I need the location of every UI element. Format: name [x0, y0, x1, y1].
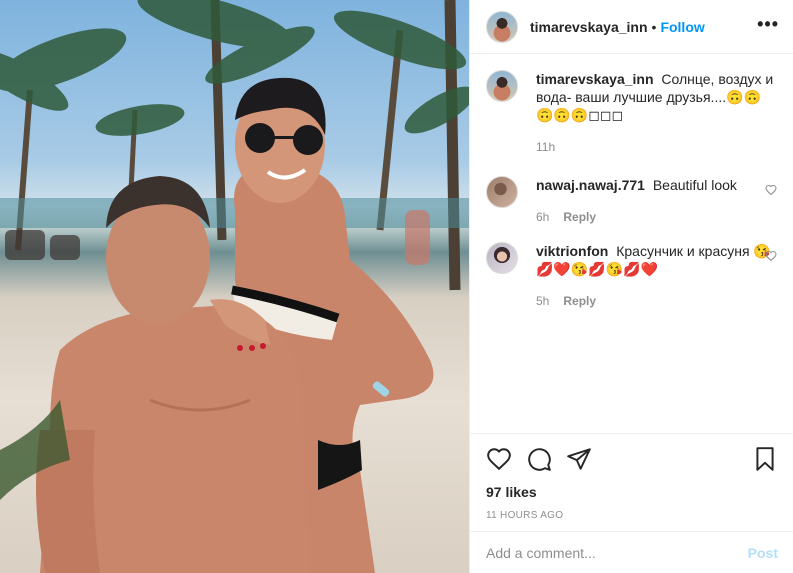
add-comment-bar: Post	[470, 531, 793, 573]
author-avatar[interactable]	[486, 10, 518, 43]
caption-avatar[interactable]	[486, 70, 518, 102]
comment-item: viktrionfon Красунчик и красуня 😘💋❤️😘💋😘💋…	[486, 242, 777, 310]
comment-time[interactable]: 5h	[536, 292, 549, 310]
comment-meta: 5h Reply	[536, 292, 776, 310]
caption-time[interactable]: 11h	[536, 138, 555, 156]
comment-body: nawaj.nawaj.771 Beautiful look 6h Reply	[536, 176, 776, 226]
post-comment-button[interactable]: Post	[748, 545, 778, 561]
reply-button[interactable]: Reply	[563, 208, 596, 226]
post-timestamp[interactable]: 11 HOURS AGO	[486, 510, 778, 521]
comment-body: viktrionfon Красунчик и красуня 😘💋❤️😘💋😘💋…	[536, 242, 776, 310]
comments-list[interactable]: timarevskaya_inn Солнце, воздух и вода- …	[470, 54, 793, 434]
like-comment-heart-icon[interactable]	[765, 250, 777, 262]
like-comment-heart-icon[interactable]	[765, 184, 777, 196]
comment-text: Beautiful look	[652, 177, 737, 193]
comment-content: nawaj.nawaj.771 Beautiful look	[536, 176, 776, 194]
post-header: timarevskaya_inn • Follow •••	[470, 0, 793, 54]
commenter-avatar[interactable]	[486, 176, 518, 208]
comment-username[interactable]: viktrionfon	[536, 243, 608, 259]
caption-username[interactable]: timarevskaya_inn	[536, 71, 654, 87]
comment-content: viktrionfon Красунчик и красуня 😘💋❤️😘💋😘💋…	[536, 242, 776, 278]
comment-item: nawaj.nawaj.771 Beautiful look 6h Reply	[486, 176, 777, 226]
post-side-panel: timarevskaya_inn • Follow ••• timarevska…	[469, 0, 793, 573]
caption-content: timarevskaya_inn Солнце, воздух и вода- …	[536, 70, 776, 124]
more-options-icon[interactable]: •••	[757, 15, 779, 33]
bookmark-icon[interactable]	[752, 446, 778, 472]
beach-photo-illustration	[0, 0, 469, 573]
follow-button[interactable]: Follow	[660, 19, 704, 35]
caption: timarevskaya_inn Солнце, воздух и вода- …	[486, 70, 777, 156]
post-actions: 97 likes 11 HOURS AGO	[470, 433, 793, 521]
comment-icon[interactable]	[526, 446, 552, 472]
like-count[interactable]: 97 likes	[486, 484, 778, 500]
author-username[interactable]: timarevskaya_inn	[530, 19, 648, 35]
comment-meta: 6h Reply	[536, 208, 776, 226]
comment-time[interactable]: 6h	[536, 208, 549, 226]
comment-username[interactable]: nawaj.nawaj.771	[536, 177, 645, 193]
commenter-avatar[interactable]	[486, 242, 518, 274]
heart-icon[interactable]	[486, 446, 512, 472]
reply-button[interactable]: Reply	[563, 292, 596, 310]
comment-input[interactable]	[486, 544, 748, 561]
caption-body: timarevskaya_inn Солнце, воздух и вода- …	[536, 70, 776, 156]
post-photo[interactable]	[0, 0, 469, 573]
instagram-post: timarevskaya_inn • Follow ••• timarevska…	[0, 0, 793, 573]
header-separator: •	[651, 18, 657, 35]
action-icons	[486, 444, 778, 474]
caption-meta: 11h	[536, 138, 776, 156]
share-icon[interactable]	[566, 446, 592, 472]
